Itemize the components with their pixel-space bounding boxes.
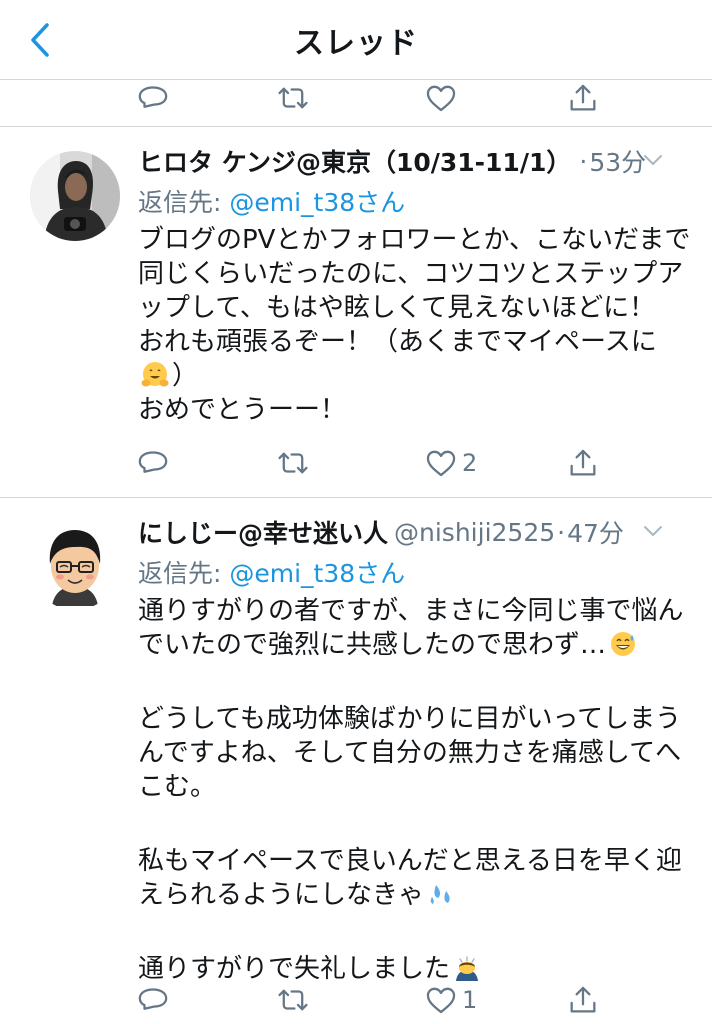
text-line: 私もマイペースで良いんだと思える日を早く迎 — [138, 846, 682, 876]
reply-mention[interactable]: @emi_t38さん — [229, 559, 405, 588]
avatar[interactable] — [30, 520, 120, 610]
share-icon — [570, 986, 596, 1013]
user-handle: @nishiji2525 — [394, 517, 556, 547]
display-name[interactable]: にしじー@幸せ迷い人 — [138, 514, 388, 550]
tweet-actions-previous — [0, 76, 712, 120]
share-icon — [570, 449, 596, 476]
reply-button[interactable] — [136, 978, 170, 1022]
share-button[interactable] — [566, 978, 600, 1022]
tweet-header: ヒロタ ケンジ@東京（10/31-11/1） · 53分 — [138, 141, 692, 181]
avatar-illustration — [30, 520, 120, 610]
reply-mention[interactable]: @emi_t38さん — [229, 188, 405, 217]
text-line: おめでとうーー！ — [138, 395, 347, 425]
text-line-with-emoji: えられるようにしなきゃ — [138, 878, 678, 912]
reply-label: 返信先: — [138, 559, 230, 588]
share-button[interactable] — [566, 441, 600, 485]
tweet-text: ブログのPVとかフォロワーとか、こないだまで 同じくらいだったのに、コツコツとス… — [138, 223, 691, 427]
retweet-icon — [278, 87, 308, 109]
text-line: おれも頑張るぞー！（あくまでマイペースに — [138, 327, 657, 357]
text-line: えられるようにしなきゃ — [138, 880, 425, 910]
text-line: でいたので強烈に共感したので思わず… — [138, 630, 607, 660]
avatar[interactable] — [30, 151, 120, 241]
reply-icon — [138, 86, 168, 108]
reply-context: 返信先: @emi_t38さん — [138, 183, 405, 219]
timestamp: 53分 — [589, 148, 647, 177]
text-line: ップして、もはや眩しくて見えないほどに！ — [138, 293, 656, 323]
text-line-with-emoji: でいたので強烈に共感したので思わず… — [138, 628, 678, 662]
grinning-sweat-emoji — [611, 632, 636, 656]
reply-context: 返信先: @emi_t38さん — [138, 554, 405, 590]
text-line: どうしても成功体験ばかりに目がいってしまう — [138, 704, 682, 734]
reply-button[interactable] — [136, 441, 170, 485]
retweet-icon — [278, 452, 308, 474]
retweet-button[interactable] — [276, 76, 310, 120]
tweet-actions: 1 — [0, 978, 712, 1022]
text-line-with-emoji: ） — [138, 359, 678, 393]
hugging-face-emoji — [141, 362, 169, 387]
reply-button[interactable] — [136, 76, 170, 120]
like-count: 2 — [462, 449, 478, 477]
navigation-bar: スレッド — [0, 0, 712, 80]
chevron-down-icon[interactable] — [642, 520, 664, 542]
tweet-header: にしじー@幸せ迷い人 @nishiji2525 · 47分 — [138, 512, 692, 552]
sweat-droplets-emoji — [430, 885, 450, 904]
display-name[interactable]: ヒロタ ケンジ@東京（10/31-11/1） — [138, 143, 571, 179]
chevron-down-icon[interactable] — [642, 149, 664, 171]
separator-dot: · — [557, 517, 566, 547]
avatar-photo — [30, 151, 120, 241]
share-icon — [570, 84, 596, 111]
retweet-icon — [278, 989, 308, 1011]
reply-icon — [138, 451, 168, 473]
heart-icon — [426, 987, 456, 1014]
retweet-button[interactable] — [276, 441, 310, 485]
like-button[interactable]: 2 — [424, 441, 477, 485]
timestamp: 47分 — [567, 519, 624, 548]
tweet-hirota[interactable]: ヒロタ ケンジ@東京（10/31-11/1） · 53分 返信先: @emi_t… — [0, 127, 712, 497]
tweet-nishiji[interactable]: にしじー@幸せ迷い人 @nishiji2525 · 47分 返信先: @emi_… — [0, 498, 712, 1024]
tweet-text: 通りすがりの者ですが、まさに今同じ事で悩ん でいたので強烈に共感したので思わず…… — [138, 594, 684, 986]
page-title: スレッド — [294, 26, 418, 61]
text-line: ） — [172, 361, 199, 391]
like-count: 1 — [462, 986, 478, 1014]
tweet-actions: 2 — [0, 441, 712, 485]
heart-icon — [426, 85, 456, 112]
text-line: 同じくらいだったのに、コツコツとステップア — [138, 259, 684, 289]
heart-icon — [426, 450, 456, 477]
text-line: こむ。 — [138, 772, 217, 802]
like-button[interactable]: 1 — [424, 978, 477, 1022]
share-button[interactable] — [566, 76, 600, 120]
reply-icon — [138, 988, 168, 1010]
text-line: 通りすがりの者ですが、まさに今同じ事で悩ん — [138, 596, 684, 626]
text-line: ブログのPVとかフォロワーとか、こないだまで — [138, 225, 691, 255]
text-line: んですよね、そして自分の無力さを痛感してへ — [138, 738, 682, 768]
like-button[interactable] — [424, 76, 458, 120]
reply-label: 返信先: — [138, 188, 230, 217]
separator-dot: · — [579, 146, 588, 176]
retweet-button[interactable] — [276, 978, 310, 1022]
